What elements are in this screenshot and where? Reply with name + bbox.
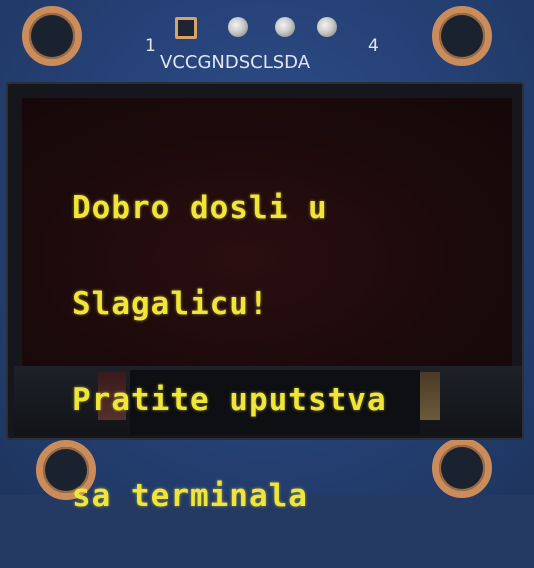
header-pin-1 <box>175 17 197 39</box>
oled-line-3: Pratite uputstva <box>72 382 387 418</box>
header-pin-3 <box>275 17 295 37</box>
oled-line-2: Slagalicu! <box>72 286 269 322</box>
oled-line-1: Dobro dosli u <box>72 190 328 226</box>
mount-hole-bottom-right <box>432 438 492 498</box>
pin-number-last: 4 <box>368 36 379 56</box>
header-pin-4 <box>317 17 337 37</box>
oled-line-4: sa terminala <box>72 478 308 514</box>
oled-message: Dobro dosli u Slagalicu! Pratite uputstv… <box>72 136 387 568</box>
mount-hole-top-left <box>22 6 82 66</box>
pin-number-first: 1 <box>145 36 156 56</box>
flex-trace-right <box>418 372 440 420</box>
mount-hole-top-right <box>432 6 492 66</box>
pin-labels: VCCGNDSCLSDA <box>160 52 311 73</box>
header-pin-2 <box>228 17 248 37</box>
